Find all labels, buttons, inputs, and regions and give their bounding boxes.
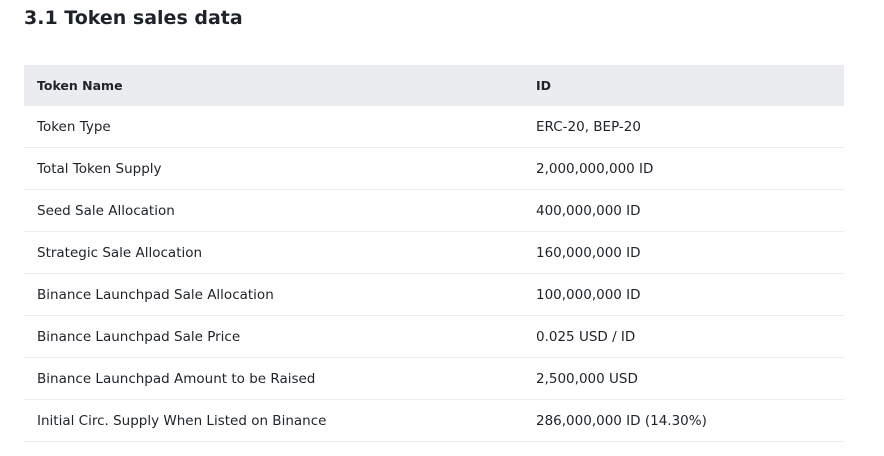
row-label: Binance Launchpad Sale Allocation — [24, 273, 523, 316]
row-label: Total Token Supply — [24, 147, 523, 190]
table-body: Token Type ERC-20, BEP-20 Total Token Su… — [24, 106, 844, 442]
row-value: 400,000,000 ID — [523, 189, 844, 232]
table-header-row: Token Name ID — [24, 65, 844, 106]
table-row: Binance Launchpad Sale Price 0.025 USD /… — [24, 315, 844, 358]
row-label: Initial Circ. Supply When Listed on Bina… — [24, 399, 523, 442]
table-row: Token Type ERC-20, BEP-20 — [24, 106, 844, 148]
row-value: 286,000,000 ID (14.30%) — [523, 399, 844, 442]
row-value: 2,500,000 USD — [523, 357, 844, 400]
row-value: 2,000,000,000 ID — [523, 147, 844, 190]
row-value: 160,000,000 ID — [523, 231, 844, 274]
row-value: ERC-20, BEP-20 — [523, 106, 844, 148]
column-header-token-name: Token Name — [24, 65, 523, 106]
table-header: Token Name ID — [24, 65, 844, 106]
page-title: 3.1 Token sales data — [24, 7, 243, 29]
table-row: Binance Launchpad Amount to be Raised 2,… — [24, 357, 844, 400]
table-row: Seed Sale Allocation 400,000,000 ID — [24, 189, 844, 232]
table-row: Binance Launchpad Sale Allocation 100,00… — [24, 273, 844, 316]
row-label: Token Type — [24, 106, 523, 148]
row-label: Binance Launchpad Sale Price — [24, 315, 523, 358]
row-label: Binance Launchpad Amount to be Raised — [24, 357, 523, 400]
table-row: Total Token Supply 2,000,000,000 ID — [24, 147, 844, 190]
table-row: Strategic Sale Allocation 160,000,000 ID — [24, 231, 844, 274]
token-sales-table: Token Name ID Token Type ERC-20, BEP-20 … — [24, 65, 844, 442]
table-row: Initial Circ. Supply When Listed on Bina… — [24, 399, 844, 442]
column-header-id: ID — [523, 65, 844, 106]
row-value: 100,000,000 ID — [523, 273, 844, 316]
row-label: Seed Sale Allocation — [24, 189, 523, 232]
row-label: Strategic Sale Allocation — [24, 231, 523, 274]
row-value: 0.025 USD / ID — [523, 315, 844, 358]
